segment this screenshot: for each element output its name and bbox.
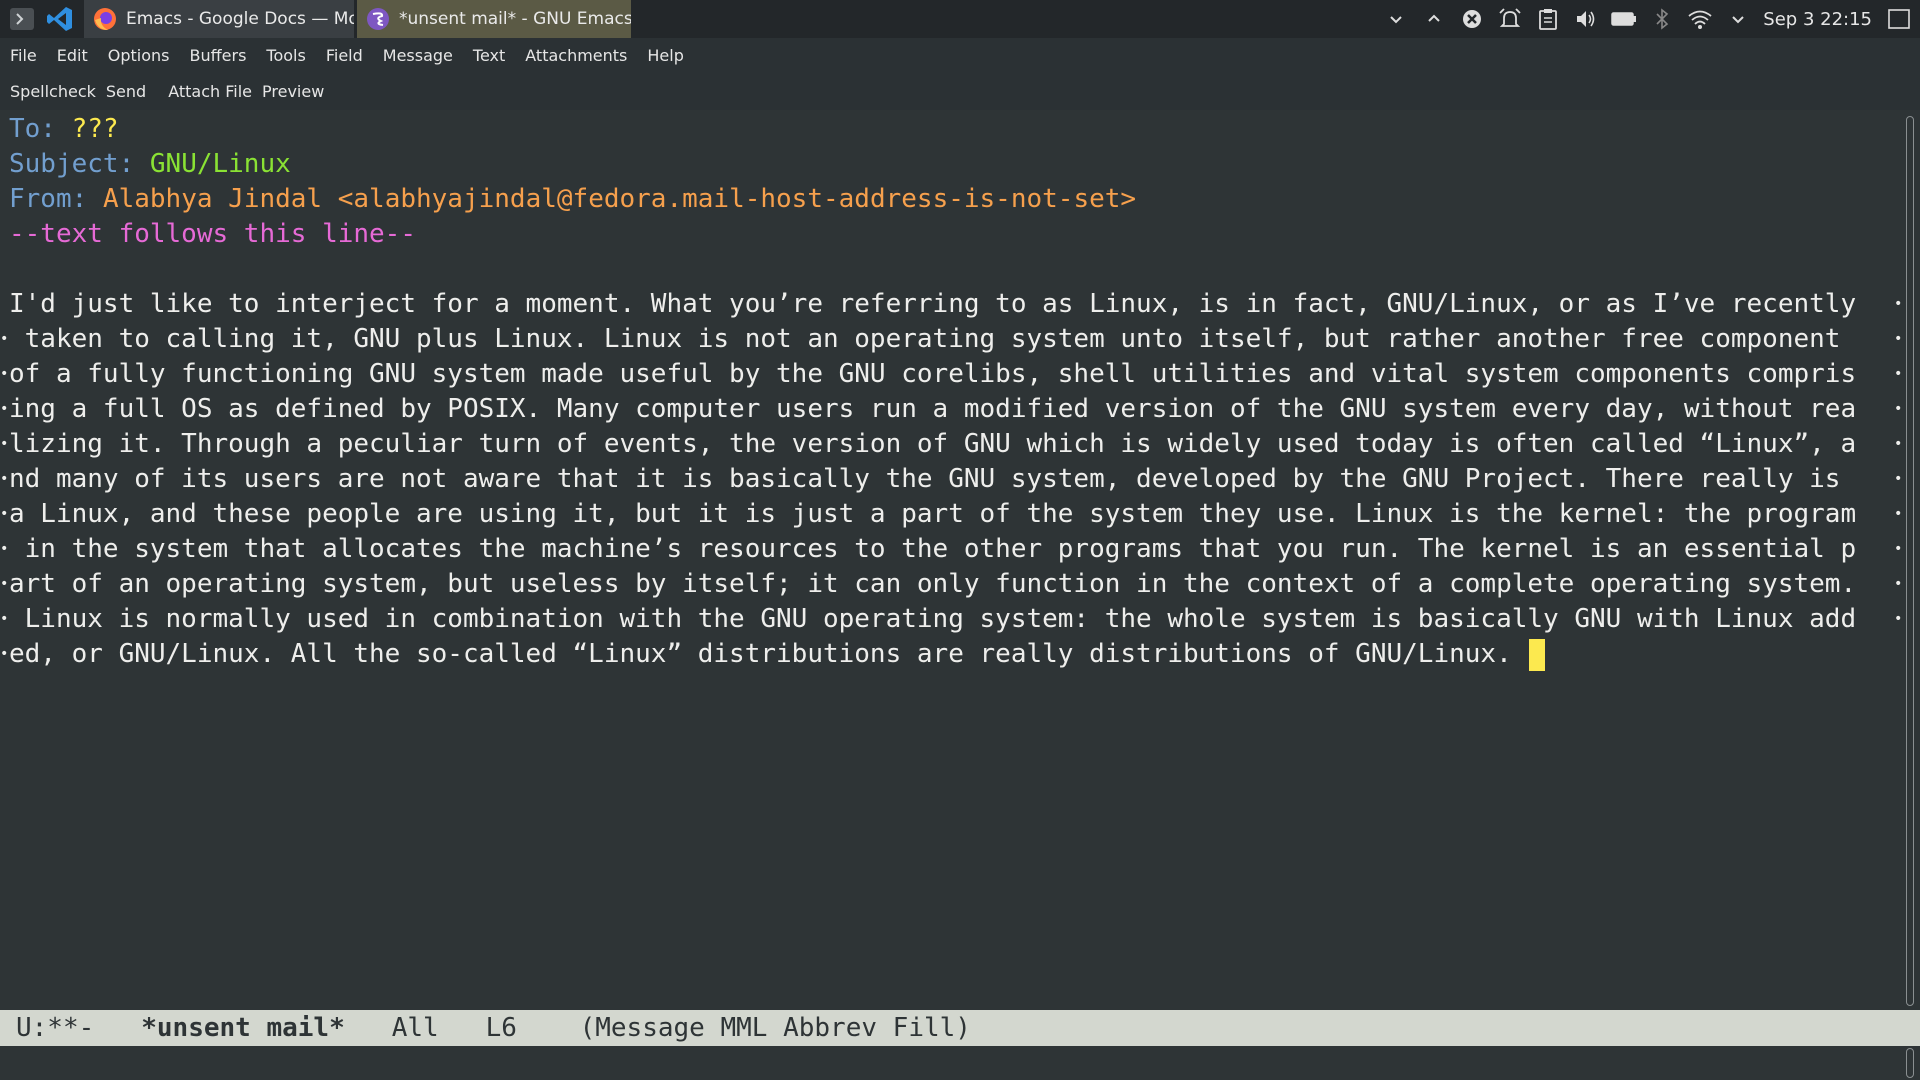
body-line[interactable]: taken to calling it, GNU plus Linux. Lin… <box>9 322 1856 357</box>
chevron-down-icon[interactable] <box>1725 6 1751 32</box>
wrap-fringe-icon: • <box>0 471 9 487</box>
menu-options[interactable]: Options <box>108 46 170 65</box>
menu-tools[interactable]: Tools <box>266 46 305 65</box>
wrap-fringe-icon: • <box>1894 331 1903 347</box>
subject-value[interactable]: GNU/Linux <box>150 149 291 179</box>
body-line[interactable]: of a fully functioning GNU system made u… <box>9 357 1856 392</box>
tool-bar: Spellcheck Send Attach File Preview <box>0 72 1920 110</box>
menu-edit[interactable]: Edit <box>57 46 88 65</box>
menu-bar: File Edit Options Buffers Tools Field Me… <box>0 38 1920 72</box>
menu-field[interactable]: Field <box>326 46 363 65</box>
firefox-icon <box>92 6 118 32</box>
task-label: Emacs - Google Docs — Mozi... <box>126 9 354 29</box>
wrap-fringe-icon: • <box>1894 576 1903 592</box>
body-line[interactable]: lizing it. Through a peculiar turn of ev… <box>9 427 1856 462</box>
wrap-fringe-icon: • <box>1894 436 1903 452</box>
subject-header[interactable]: Subject: GNU/Linux <box>9 147 291 182</box>
body-line[interactable]: art of an operating system, but useless … <box>9 567 1856 602</box>
close-circle-icon[interactable] <box>1459 6 1485 32</box>
scrollbar-thumb[interactable] <box>1906 116 1914 1006</box>
wrap-fringe-icon: • <box>1894 471 1903 487</box>
attach-file-button[interactable]: Attach File <box>168 82 252 101</box>
from-label: From: <box>9 184 88 214</box>
wrap-fringe-icon: • <box>0 331 9 347</box>
modeline-status: U:**- <box>16 1013 95 1043</box>
menu-text[interactable]: Text <box>473 46 505 65</box>
clock[interactable]: Sep 3 22:15 <box>1763 9 1872 30</box>
show-desktop-icon[interactable] <box>1886 6 1912 32</box>
modeline-modes[interactable]: (Message MML Abbrev Fill) <box>580 1013 971 1043</box>
menu-message[interactable]: Message <box>383 46 453 65</box>
subject-label: Subject: <box>9 149 135 179</box>
preview-button[interactable]: Preview <box>262 82 324 101</box>
chevron-down-icon[interactable] <box>1383 6 1409 32</box>
from-header[interactable]: From: Alabhya Jindal <alabhyajindal@fedo… <box>9 182 1136 217</box>
minibuffer-scrollbar[interactable] <box>1906 1048 1914 1078</box>
wrap-fringe-icon: • <box>1894 611 1903 627</box>
wrap-fringe-icon: • <box>0 541 9 557</box>
bluetooth-icon[interactable] <box>1649 6 1675 32</box>
wrap-fringe-icon: • <box>1894 541 1903 557</box>
to-label: To: <box>9 114 56 144</box>
to-value[interactable]: ??? <box>72 114 119 144</box>
volume-icon[interactable] <box>1573 6 1599 32</box>
message-buffer[interactable]: To: ??? Subject: GNU/Linux From: Alabhya… <box>0 112 1903 1008</box>
wrap-fringe-icon: • <box>0 366 9 382</box>
alarm-bell-icon[interactable] <box>1497 6 1523 32</box>
to-header[interactable]: To: ??? <box>9 112 119 147</box>
body-line[interactable]: nd many of its users are not aware that … <box>9 462 1856 497</box>
send-button[interactable]: Send <box>106 82 146 101</box>
wrap-fringe-icon: • <box>0 506 9 522</box>
modeline-buffer-name[interactable]: *unsent mail* <box>141 1013 345 1043</box>
menu-help[interactable]: Help <box>647 46 683 65</box>
clipboard-icon[interactable] <box>1535 6 1561 32</box>
wrap-fringe-icon: • <box>1894 401 1903 417</box>
wrap-fringe-icon: • <box>0 401 9 417</box>
body-line-text: ed, or GNU/Linux. All the so-called “Lin… <box>9 639 1528 669</box>
body-line[interactable]: Linux is normally used in combination wi… <box>9 602 1856 637</box>
wrap-fringe-icon: • <box>0 436 9 452</box>
menu-file[interactable]: File <box>10 46 37 65</box>
wrap-fringe-icon: • <box>1894 296 1903 312</box>
task-firefox[interactable]: Emacs - Google Docs — Mozi... <box>84 0 354 38</box>
header-separator: --text follows this line-- <box>9 219 416 249</box>
terminal-launcher-icon[interactable] <box>6 3 38 35</box>
wifi-icon[interactable] <box>1687 6 1713 32</box>
body-line[interactable]: I'd just like to interject for a moment.… <box>9 287 1856 322</box>
modeline-position: All <box>391 1013 439 1043</box>
body-line[interactable]: a Linux, and these people are using it, … <box>9 497 1856 532</box>
body-line[interactable]: ing a full OS as defined by POSIX. Many … <box>9 392 1856 427</box>
spellcheck-button[interactable]: Spellcheck <box>10 82 96 101</box>
mode-line: U:**- *unsent mail* All L6 (Message MML … <box>0 1010 1920 1046</box>
emacs-icon <box>365 6 391 32</box>
text-cursor <box>1529 638 1546 671</box>
menu-buffers[interactable]: Buffers <box>190 46 247 65</box>
from-value[interactable]: Alabhya Jindal <alabhyajindal@fedora.mai… <box>103 184 1136 214</box>
wrap-fringe-icon: • <box>1894 366 1903 382</box>
wrap-fringe-icon: • <box>1894 506 1903 522</box>
modeline-line: L6 <box>485 1013 517 1043</box>
echo-area[interactable] <box>0 1046 1920 1080</box>
wrap-fringe-icon: • <box>0 611 9 627</box>
body-line[interactable]: in the system that allocates the machine… <box>9 532 1856 567</box>
vscode-icon[interactable] <box>44 3 76 35</box>
task-label: *unsent mail* - GNU Emacs ... <box>399 9 631 29</box>
task-emacs[interactable]: *unsent mail* - GNU Emacs ... <box>357 0 631 38</box>
wrap-fringe-icon: • <box>0 646 9 662</box>
menu-attachments[interactable]: Attachments <box>525 46 627 65</box>
body-line-last[interactable]: ed, or GNU/Linux. All the so-called “Lin… <box>9 637 1546 672</box>
system-tray: Sep 3 22:15 <box>1377 0 1920 38</box>
battery-icon[interactable] <box>1611 6 1637 32</box>
chevron-up-icon[interactable] <box>1421 6 1447 32</box>
taskbar: Emacs - Google Docs — Mozi... *unsent ma… <box>0 0 1920 38</box>
wrap-fringe-icon: • <box>0 576 9 592</box>
